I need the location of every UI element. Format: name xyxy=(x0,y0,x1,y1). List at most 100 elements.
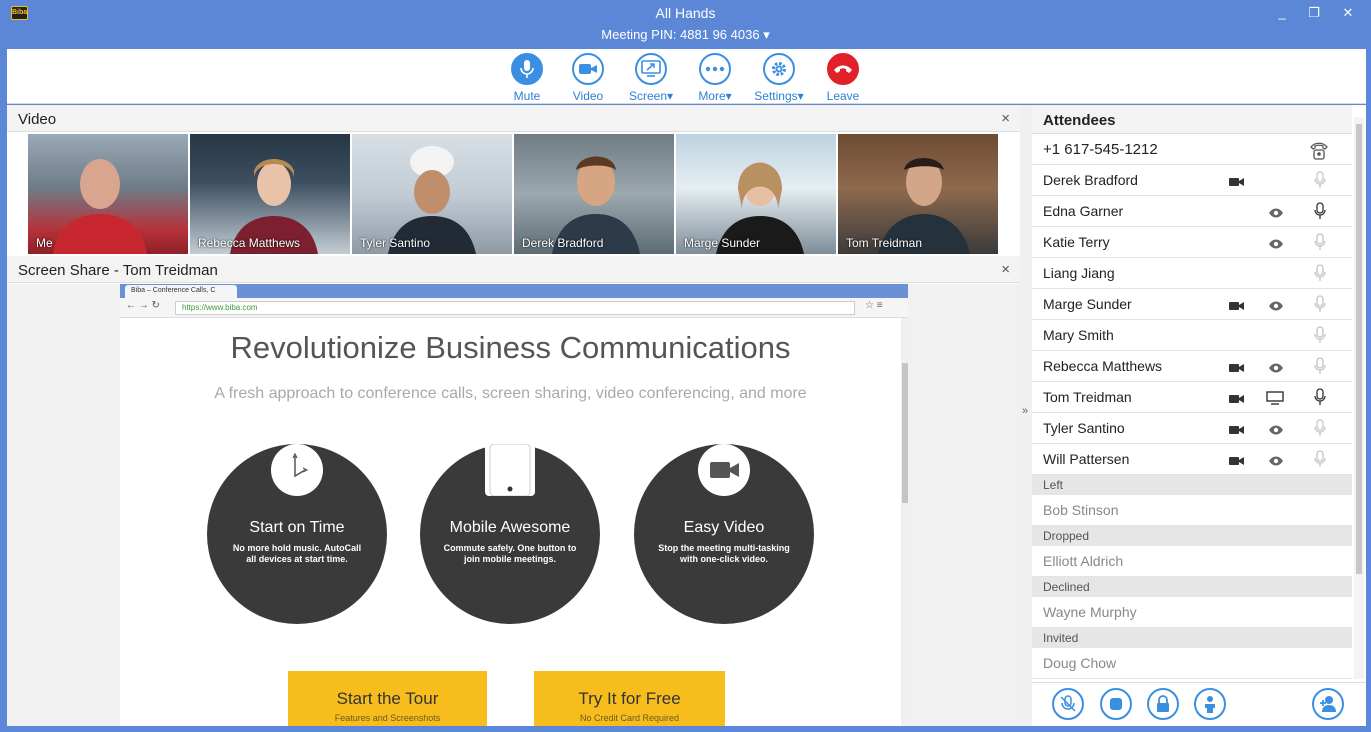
video-camera-icon xyxy=(1229,361,1245,377)
video-button[interactable]: Video xyxy=(556,53,620,103)
record-button[interactable] xyxy=(1100,688,1132,720)
phone-number: +1 617-545-1212 xyxy=(1043,141,1158,158)
record-icon xyxy=(1110,698,1122,710)
leave-label: Leave xyxy=(826,89,860,103)
minimize-button[interactable]: _ xyxy=(1272,5,1292,21)
feature-desc: Stop the meeting multi-tasking with one-… xyxy=(658,543,790,564)
attendee-row[interactable]: Will Pattersen xyxy=(1032,444,1352,475)
attendee-row[interactable]: Bob Stinson xyxy=(1032,495,1352,526)
attendee-scrollbar[interactable] xyxy=(1354,117,1364,679)
attendee-row[interactable]: Rebecca Matthews xyxy=(1032,351,1352,382)
add-attendee-button[interactable] xyxy=(1312,688,1344,720)
attendee-row[interactable]: Elliott Aldrich xyxy=(1032,546,1352,577)
video-tile-tyler[interactable]: Tyler Santino xyxy=(352,134,512,254)
eye-icon xyxy=(1268,423,1284,439)
lock-meeting-button[interactable] xyxy=(1147,688,1179,720)
feature-title: Mobile Awesome xyxy=(449,519,571,536)
clock-arrow-icon xyxy=(271,444,323,496)
attendee-row[interactable]: Katie Terry xyxy=(1032,227,1352,258)
video-camera-icon xyxy=(1229,299,1245,315)
video-tile-rebecca[interactable]: Rebecca Matthews xyxy=(190,134,350,254)
attendee-row[interactable]: Derek Bradford xyxy=(1032,165,1352,196)
attendee-row[interactable]: Wayne Murphy xyxy=(1032,597,1352,628)
feature-mobile-awesome: Mobile Awesome Commute safely. One butto… xyxy=(420,443,600,624)
feature-title: Start on Time xyxy=(249,519,345,536)
video-tile-name: Me xyxy=(36,236,53,250)
attendee-name: Liang Jiang xyxy=(1043,265,1115,281)
gear-icon xyxy=(763,53,795,85)
host-button[interactable] xyxy=(1194,688,1226,720)
browser-address-bar: ← → ↻ https://www.biba.com ☆ ≡ xyxy=(120,298,908,318)
attendee-name: Katie Terry xyxy=(1043,234,1110,250)
feature-start-on-time: Start on Time No more hold music. AutoCa… xyxy=(207,444,387,624)
video-label: Video xyxy=(572,89,604,103)
attendee-name: Will Pattersen xyxy=(1043,451,1130,467)
video-tile-me[interactable]: Me xyxy=(28,134,188,254)
person-icon xyxy=(1205,696,1215,713)
attendee-row[interactable]: Doug Chow xyxy=(1032,648,1352,679)
attendee-row[interactable]: Liang Jiang xyxy=(1032,258,1352,289)
video-panel-title: Video xyxy=(18,111,57,128)
close-video-button[interactable]: × xyxy=(1001,110,1010,127)
video-tile-name: Derek Bradford xyxy=(522,236,604,250)
attendee-name: Wayne Murphy xyxy=(1043,604,1137,620)
close-screen-share-button[interactable]: × xyxy=(1001,261,1010,278)
attendee-section-header: Dropped xyxy=(1032,526,1352,546)
attendee-section-header: Invited xyxy=(1032,628,1352,648)
attendee-row[interactable]: Marge Sunder xyxy=(1032,289,1352,320)
attendee-row[interactable]: Tyler Santino xyxy=(1032,413,1352,444)
tablet-icon xyxy=(485,443,535,497)
screen-icon xyxy=(635,53,667,85)
close-window-button[interactable]: ✕ xyxy=(1338,5,1358,21)
attendee-phone[interactable]: +1 617-545-1212 xyxy=(1032,134,1352,165)
eye-icon xyxy=(1268,361,1284,377)
screen-share-header: Screen Share - Tom Treidman × xyxy=(7,256,1020,283)
video-camera-icon xyxy=(698,444,750,496)
attendee-name: Rebecca Matthews xyxy=(1043,358,1163,374)
browser-url: https://www.biba.com xyxy=(175,301,855,315)
screen-button[interactable]: Screen▾ xyxy=(619,53,683,103)
restore-button[interactable]: ❐ xyxy=(1304,5,1324,21)
meeting-toolbar: Mute Video Screen▾ More▾ Settings▾ Leave xyxy=(7,49,1366,104)
attendee-row[interactable]: Tom Treidman xyxy=(1032,382,1352,413)
attendee-name: Tyler Santino xyxy=(1043,420,1125,436)
phone-icon xyxy=(1310,142,1328,160)
attendees-panel: Attendees +1 617-545-1212 Derek Bradford… xyxy=(1032,105,1366,726)
attendee-name: Edna Garner xyxy=(1043,203,1124,219)
attendee-row[interactable]: Edna Garner xyxy=(1032,196,1352,227)
browser-menu-icon: ☆ ≡ xyxy=(865,300,883,311)
attendee-row[interactable]: Mary Smith xyxy=(1032,320,1352,351)
settings-button[interactable]: Settings▾ xyxy=(747,53,811,103)
title-bar: Biba All Hands Meeting PIN: 4881 96 4036… xyxy=(0,0,1371,48)
microphone-icon xyxy=(1314,202,1326,223)
attendee-name: Derek Bradford xyxy=(1043,172,1138,188)
attendee-name: Elliott Aldrich xyxy=(1043,553,1124,569)
camera-icon xyxy=(572,53,604,85)
feature-desc: Commute safely. One button to join mobil… xyxy=(443,543,577,564)
attendee-name: Tom Treidman xyxy=(1043,389,1132,405)
cta-main: Try It for Free xyxy=(578,689,681,708)
meeting-pin-dropdown[interactable]: Meeting PIN: 4881 96 4036 ▾ xyxy=(0,27,1371,43)
microphone-icon xyxy=(1314,326,1326,347)
lock-icon xyxy=(1157,695,1169,712)
attendee-scroll-thumb[interactable] xyxy=(1356,124,1362,574)
screen-label: Screen▾ xyxy=(628,89,674,103)
cta-main: Start the Tour xyxy=(336,689,439,708)
mic-mute-icon xyxy=(1060,695,1076,712)
video-tile-derek[interactable]: Derek Bradford xyxy=(514,134,674,254)
more-button[interactable]: More▾ xyxy=(683,53,747,103)
hero-heading: Revolutionize Business Communications xyxy=(230,330,791,365)
video-tile-tom[interactable]: Tom Treidman xyxy=(838,134,998,254)
mute-all-button[interactable] xyxy=(1052,688,1084,720)
video-panel-header: Video × xyxy=(7,105,1020,132)
video-tile-marge[interactable]: Marge Sunder xyxy=(676,134,836,254)
video-camera-icon xyxy=(1229,392,1245,408)
leave-button[interactable]: Leave xyxy=(811,53,875,103)
panel-collapse-handle[interactable]: » xyxy=(1020,105,1032,726)
microphone-icon xyxy=(1314,419,1326,440)
screen-share-view[interactable]: Biba – Conference Calls, C ← → ↻ https:/… xyxy=(7,284,1020,726)
mute-button[interactable]: Mute xyxy=(495,53,559,103)
browser-scrollbar xyxy=(901,318,908,726)
window-title: All Hands xyxy=(655,5,716,21)
attendee-name: Marge Sunder xyxy=(1043,296,1132,312)
